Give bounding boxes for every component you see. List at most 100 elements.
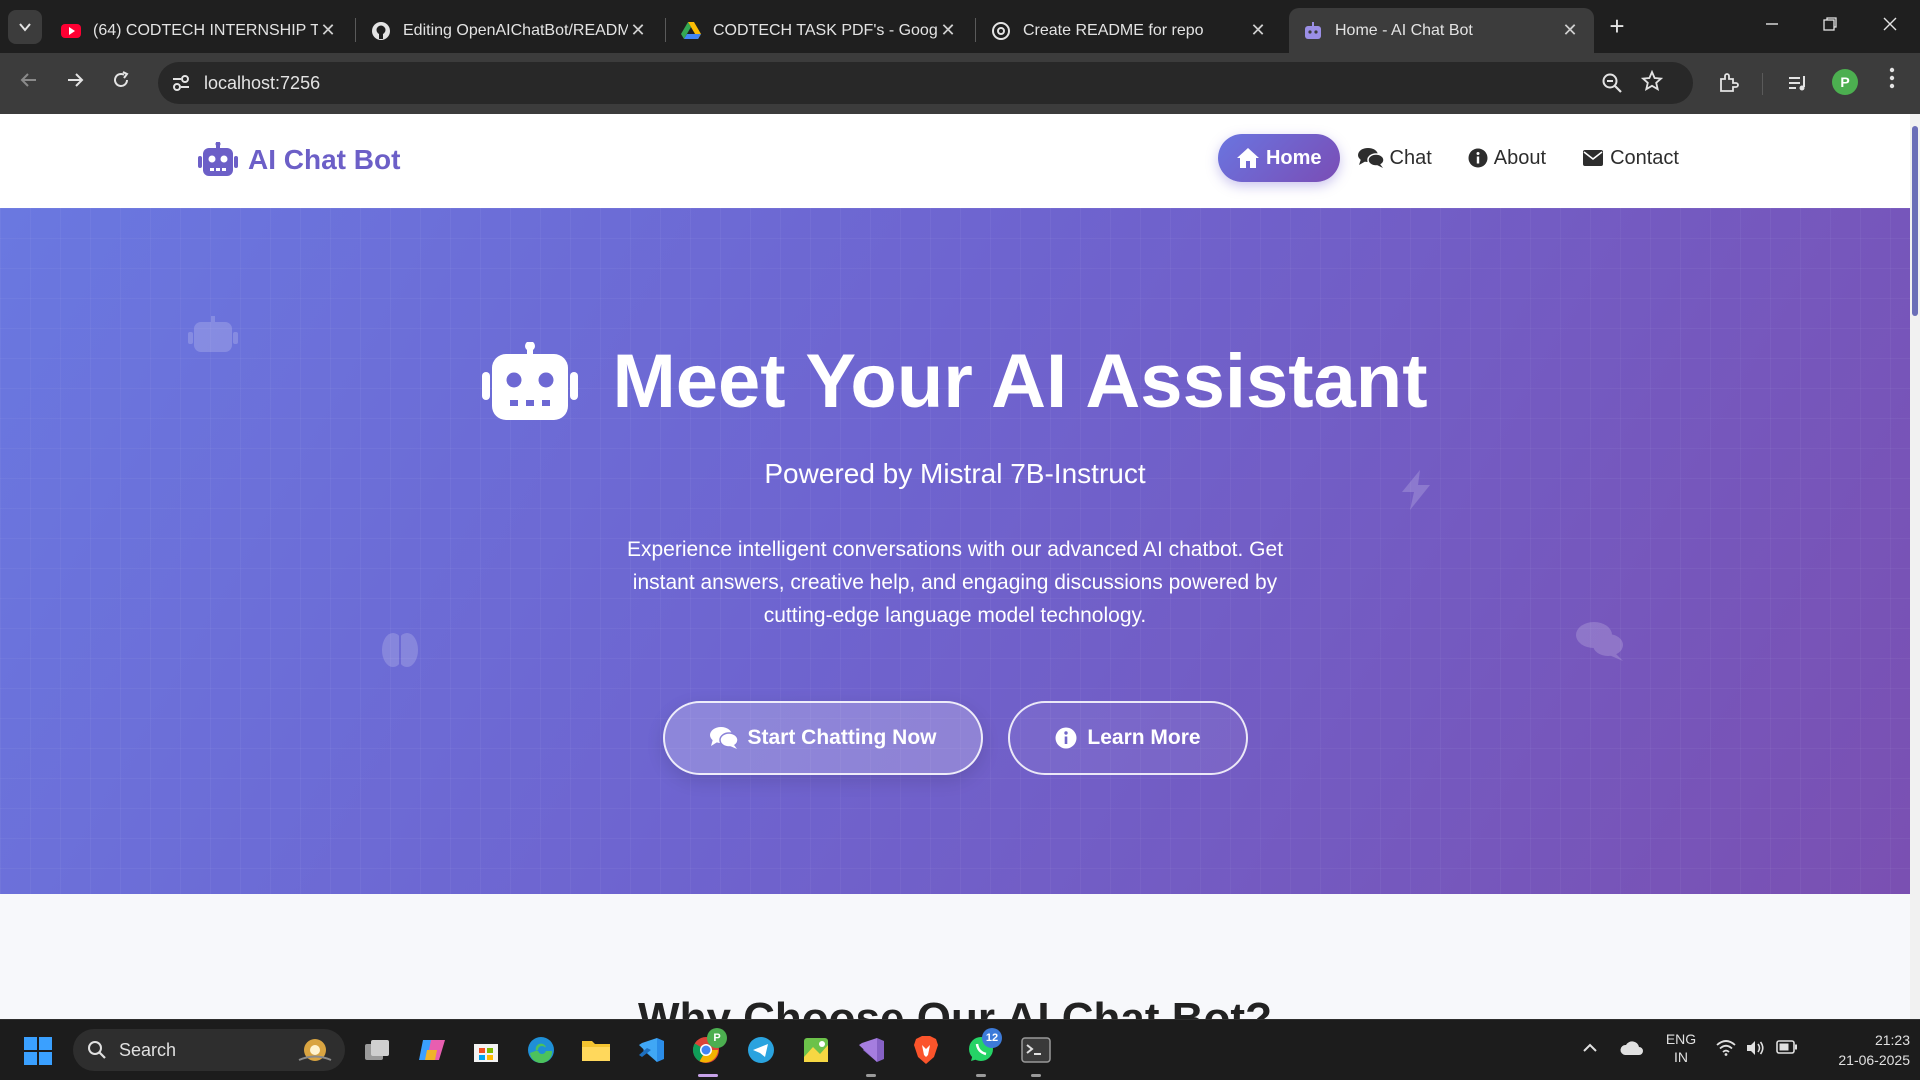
github-icon [371,21,391,41]
minimize-icon[interactable] [1752,10,1792,40]
whatsapp-unread-badge: 12 [982,1028,1002,1048]
tab-title: Create README for repo [1023,21,1204,39]
info-circle-icon [1055,727,1077,749]
terminal-icon[interactable] [1019,1033,1053,1067]
brain-icon [382,633,418,667]
page-viewport: AI Chat Bot Home Chat About Contact Meet… [0,114,1920,1019]
browser-tab[interactable]: Create README for repo ✕ [977,8,1282,53]
new-tab-button[interactable]: + [1602,12,1632,42]
taskbar-search-label: Search [119,1039,177,1060]
learn-more-label: Learn More [1087,726,1201,749]
features-heading: Why Choose Our AI Chat Bot? [638,994,1272,1019]
photo-app-icon[interactable] [799,1033,833,1067]
extensions-icon[interactable] [1712,67,1744,99]
chatgpt-icon [991,21,1011,41]
site-navbar: AI Chat Bot Home Chat About Contact [0,114,1910,208]
onedrive-icon[interactable] [1620,1040,1644,1060]
site-nav-links: Home Chat About Contact [1217,134,1697,182]
close-tab-icon[interactable]: ✕ [1248,20,1268,41]
volume-icon[interactable] [1745,1040,1765,1060]
hero-title-text: Meet Your AI Assistant [612,339,1428,424]
tab-title: CODTECH TASK PDF's - Google [713,21,938,39]
site-info-icon[interactable] [166,68,196,98]
tab-search-button[interactable] [8,10,42,44]
nav-contact[interactable]: Contact [1564,134,1697,182]
brand-name: AI Chat Bot [248,144,401,175]
search-icon [88,1041,106,1059]
close-tab-icon[interactable]: ✕ [318,20,338,41]
browser-tab[interactable]: CODTECH TASK PDF's - Google ✕ [667,8,972,53]
region-label: IN [1674,1049,1688,1065]
task-view-icon[interactable] [360,1033,394,1067]
copilot-icon[interactable] [415,1033,449,1067]
hero-description: Experience intelligent conversations wit… [626,538,1284,627]
file-explorer-icon[interactable] [579,1033,613,1067]
zoom-icon[interactable] [1601,72,1623,99]
youtube-icon [61,21,81,41]
url-text[interactable]: localhost:7256 [204,73,320,94]
back-icon[interactable] [14,68,44,98]
browser-tab[interactable]: Editing OpenAIChatBot/READM ✕ [357,8,662,53]
terminal-running-indicator [1031,1074,1041,1077]
learn-more-button[interactable]: Learn More [1008,701,1248,775]
tab-title: Home - AI Chat Bot [1335,21,1473,39]
tab-separator [665,18,666,42]
close-tab-icon[interactable]: ✕ [938,20,958,41]
close-tab-icon[interactable]: ✕ [1560,20,1580,41]
tab-title: Editing OpenAIChatBot/READM [403,21,628,39]
battery-icon[interactable] [1776,1040,1798,1058]
browser-tab-active[interactable]: Home - AI Chat Bot ✕ [1289,8,1594,53]
media-controls-icon[interactable] [1782,67,1814,99]
nav-chat-label: Chat [1389,146,1432,169]
vs-running-indicator [866,1074,876,1077]
language-indicator[interactable]: ENG IN [1664,1030,1698,1066]
restore-icon[interactable] [1810,10,1850,40]
robot-icon [198,142,238,176]
robot-icon [482,341,579,420]
home-icon [1236,148,1259,168]
language-label: ENG [1665,1031,1697,1047]
wifi-icon[interactable] [1716,1040,1736,1060]
reload-icon[interactable] [106,68,136,98]
google-drive-icon [681,21,701,41]
hero-section: Meet Your AI Assistant Powered by Mistra… [0,208,1910,894]
comments-icon [1576,622,1623,661]
vscode-icon[interactable] [634,1033,668,1067]
microsoft-store-icon[interactable] [469,1033,503,1067]
clock-time: 21:23 [1874,1032,1910,1048]
comments-icon [1357,148,1384,168]
nav-home-label: Home [1265,146,1322,169]
tab-separator [975,18,976,42]
nav-chat[interactable]: Chat [1340,134,1450,182]
start-chatting-button[interactable]: Start Chatting Now [663,701,983,775]
info-circle-icon [1468,148,1488,168]
system-clock[interactable]: 21:23 21-06-2025 [1818,1030,1910,1070]
brand-logo[interactable]: AI Chat Bot [198,142,400,178]
visual-studio-icon[interactable] [854,1033,888,1067]
telegram-icon[interactable] [744,1033,778,1067]
nav-about-label: About [1493,146,1547,169]
nav-home[interactable]: Home [1217,134,1340,182]
nav-about[interactable]: About [1450,134,1564,182]
features-section: Why Choose Our AI Chat Bot? [0,894,1910,1019]
forward-icon[interactable] [60,68,90,98]
close-tab-icon[interactable]: ✕ [628,20,648,41]
address-bar[interactable]: localhost:7256 [158,62,1693,104]
edge-icon[interactable] [524,1033,558,1067]
profile-avatar[interactable]: P [1832,69,1858,95]
nav-contact-label: Contact [1610,146,1679,169]
clock-date: 21-06-2025 [1838,1052,1910,1068]
robot-icon [1303,21,1323,41]
menu-kebab-icon[interactable] [1880,66,1904,98]
taskbar-search-box[interactable]: Search [73,1029,345,1071]
browser-toolbar: localhost:7256 [0,53,1920,114]
brave-icon[interactable] [909,1033,943,1067]
scrollbar-thumb[interactable] [1912,126,1918,316]
browser-tab[interactable]: (64) CODTECH INTERNSHIP TAS ✕ [47,8,352,53]
tab-title: (64) CODTECH INTERNSHIP TAS [93,21,318,39]
windows-start-icon[interactable] [24,1037,52,1065]
close-window-icon[interactable] [1870,10,1910,40]
bookmark-star-icon[interactable] [1640,69,1664,98]
tray-overflow-icon[interactable] [1582,1040,1598,1060]
page-scrollbar[interactable] [1910,114,1920,1019]
